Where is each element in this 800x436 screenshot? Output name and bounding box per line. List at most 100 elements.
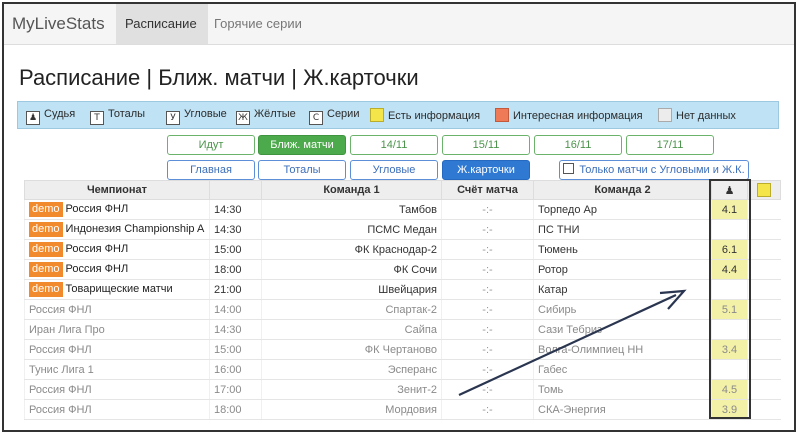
team1-cell[interactable]: Зенит-2 xyxy=(261,379,442,400)
referee-stat-cell[interactable]: 4.1 xyxy=(711,199,748,220)
type-tab-1[interactable]: Тоталы xyxy=(258,160,346,180)
corners-cards-filter[interactable]: Только матчи с Угловыми и Ж.К. xyxy=(559,160,749,180)
yellow-card-stat-cell[interactable] xyxy=(747,299,781,320)
championship-cell[interactable]: demo Россия ФНЛ xyxy=(24,199,210,220)
table-row[interactable]: demo Россия ФНЛ 14:30 Тамбов -:- Торпедо Ар 4.… xyxy=(24,199,781,220)
table-row[interactable]: Россия ФНЛ 18:00 Мордовия -:- СКА-Энергия 3.9 xyxy=(24,399,781,420)
team1-cell[interactable]: Спартак-2 xyxy=(261,299,442,320)
yellow-card-stat-cell[interactable] xyxy=(747,379,781,400)
team2-cell[interactable]: Торпедо Ар xyxy=(533,199,712,220)
championship-cell[interactable]: Иран Лига Про xyxy=(24,319,210,340)
team2-cell[interactable]: СКА-Энергия xyxy=(533,399,712,420)
demo-badge[interactable]: demo xyxy=(29,222,63,237)
team1-cell[interactable]: Эсперанс xyxy=(261,359,442,380)
legend-item-4: С Серии xyxy=(309,108,359,125)
championship-cell[interactable]: Тунис Лига 1 xyxy=(24,359,210,380)
team2-cell[interactable]: Сази Тебриз xyxy=(533,319,712,340)
championship-cell[interactable]: demo Россия ФНЛ xyxy=(24,239,210,260)
team2-cell[interactable]: Ротор xyxy=(533,259,712,280)
yellow-card-stat-cell[interactable] xyxy=(747,359,781,380)
referee-stat-cell[interactable]: 5.1 xyxy=(711,299,748,320)
team2-cell[interactable]: Габес xyxy=(533,359,712,380)
referee-stat-cell[interactable]: 3.4 xyxy=(711,339,748,360)
yellow-card-stat-cell[interactable] xyxy=(747,239,781,260)
team1-cell[interactable]: ФК Сочи xyxy=(261,259,442,280)
team2-cell[interactable]: Катар xyxy=(533,279,712,300)
team1-cell[interactable]: ФК Краснодар-2 xyxy=(261,239,442,260)
team1-cell[interactable]: Тамбов xyxy=(261,199,442,220)
referee-stat-cell[interactable]: 6.1 xyxy=(711,239,748,260)
nav-hot-series[interactable]: Горячие серии xyxy=(214,16,302,31)
header-team1[interactable]: Команда 1 xyxy=(261,180,442,200)
referee-stat-cell[interactable] xyxy=(711,319,748,340)
championship-cell[interactable]: demo Россия ФНЛ xyxy=(24,259,210,280)
header-time xyxy=(209,180,262,200)
table-row[interactable]: demo Россия ФНЛ 18:00 ФК Сочи -:- Ротор 4.4 xyxy=(24,259,781,280)
yellow-card-stat-cell[interactable] xyxy=(747,279,781,300)
date-tab-1[interactable]: Ближ. матчи xyxy=(258,135,346,155)
header-referee-icon[interactable]: ♟ xyxy=(711,180,748,200)
legend-label: Тоталы xyxy=(108,108,146,120)
header-yellow-card-icon[interactable] xyxy=(747,180,781,200)
referee-stat-cell[interactable]: 4.5 xyxy=(711,379,748,400)
filter-label: Только матчи с Угловыми и Ж.К. xyxy=(579,164,745,176)
legend-label: Есть информация xyxy=(388,110,481,122)
championship-cell[interactable]: Россия ФНЛ xyxy=(24,399,210,420)
date-tab-5[interactable]: 17/11 xyxy=(626,135,714,155)
team2-cell[interactable]: Тюмень xyxy=(533,239,712,260)
brand-logo[interactable]: MyLiveStats xyxy=(12,14,105,34)
table-row[interactable]: Россия ФНЛ 14:00 Спартак-2 -:- Сибирь 5.1 xyxy=(24,299,781,320)
legend-label: Нет данных xyxy=(676,110,736,122)
table-row[interactable]: demo Индонезия Championship A 14:30 ПСМС Ме… xyxy=(24,219,781,240)
yellow-card-stat-cell[interactable] xyxy=(747,319,781,340)
yellow-card-stat-cell[interactable] xyxy=(747,199,781,220)
demo-badge[interactable]: demo xyxy=(29,282,63,297)
type-tab-2[interactable]: Угловые xyxy=(350,160,438,180)
date-tab-0[interactable]: Идут xyxy=(167,135,255,155)
yellow-card-stat-cell[interactable] xyxy=(747,219,781,240)
championship-cell[interactable]: Россия ФНЛ xyxy=(24,299,210,320)
table-row[interactable]: Россия ФНЛ 15:00 ФК Чертаново -:- Волга-Олим… xyxy=(24,339,781,360)
table-row[interactable]: demo Товарищеские матчи 21:00 Швейцария -:- К… xyxy=(24,279,781,300)
team1-cell[interactable]: Сайпа xyxy=(261,319,442,340)
nav-schedule[interactable]: Расписание xyxy=(116,4,208,44)
championship-cell[interactable]: Россия ФНЛ xyxy=(24,379,210,400)
referee-stat-cell[interactable] xyxy=(711,359,748,380)
header-team2[interactable]: Команда 2 xyxy=(533,180,712,200)
demo-badge[interactable]: demo xyxy=(29,202,63,217)
legend-item-5: Есть информация xyxy=(370,108,480,122)
yellow-card-stat-cell[interactable] xyxy=(747,339,781,360)
referee-stat-cell[interactable] xyxy=(711,279,748,300)
yellow-card-stat-cell[interactable] xyxy=(747,399,781,420)
score-cell: -:- xyxy=(441,239,534,260)
team2-cell[interactable]: Сибирь xyxy=(533,299,712,320)
table-row[interactable]: demo Россия ФНЛ 15:00 ФК Краснодар-2 -:- Тюме… xyxy=(24,239,781,260)
date-tab-3[interactable]: 15/11 xyxy=(442,135,530,155)
championship-name: Россия ФНЛ xyxy=(29,343,92,356)
filter-checkbox[interactable] xyxy=(563,163,575,174)
yellow-card-stat-cell[interactable] xyxy=(747,259,781,280)
table-row[interactable]: Россия ФНЛ 17:00 Зенит-2 -:- Томь 4.5 xyxy=(24,379,781,400)
table-row[interactable]: Тунис Лига 1 16:00 Эсперанс -:- Габес xyxy=(24,359,781,380)
referee-stat-cell[interactable]: 3.9 xyxy=(711,399,748,420)
team1-cell[interactable]: Швейцария xyxy=(261,279,442,300)
team1-cell[interactable]: ПСМС Медан xyxy=(261,219,442,240)
championship-cell[interactable]: demo Индонезия Championship A xyxy=(24,219,210,240)
demo-badge[interactable]: demo xyxy=(29,242,63,257)
championship-cell[interactable]: demo Товарищеские матчи xyxy=(24,279,210,300)
referee-stat-cell[interactable]: 4.4 xyxy=(711,259,748,280)
referee-stat-cell[interactable] xyxy=(711,219,748,240)
team2-cell[interactable]: Томь xyxy=(533,379,712,400)
date-tab-4[interactable]: 16/11 xyxy=(534,135,622,155)
championship-cell[interactable]: Россия ФНЛ xyxy=(24,339,210,360)
team2-cell[interactable]: ПС ТНИ xyxy=(533,219,712,240)
demo-badge[interactable]: demo xyxy=(29,262,63,277)
type-tab-3[interactable]: Ж.карточки xyxy=(442,160,530,180)
type-tab-0[interactable]: Главная xyxy=(167,160,255,180)
table-row[interactable]: Иран Лига Про 14:30 Сайпа -:- Сази Тебриз xyxy=(24,319,781,340)
header-championship[interactable]: Чемпионат xyxy=(24,180,210,200)
team2-cell[interactable]: Волга-Олимпиец НН xyxy=(533,339,712,360)
date-tab-2[interactable]: 14/11 xyxy=(350,135,438,155)
team1-cell[interactable]: Мордовия xyxy=(261,399,442,420)
team1-cell[interactable]: ФК Чертаново xyxy=(261,339,442,360)
